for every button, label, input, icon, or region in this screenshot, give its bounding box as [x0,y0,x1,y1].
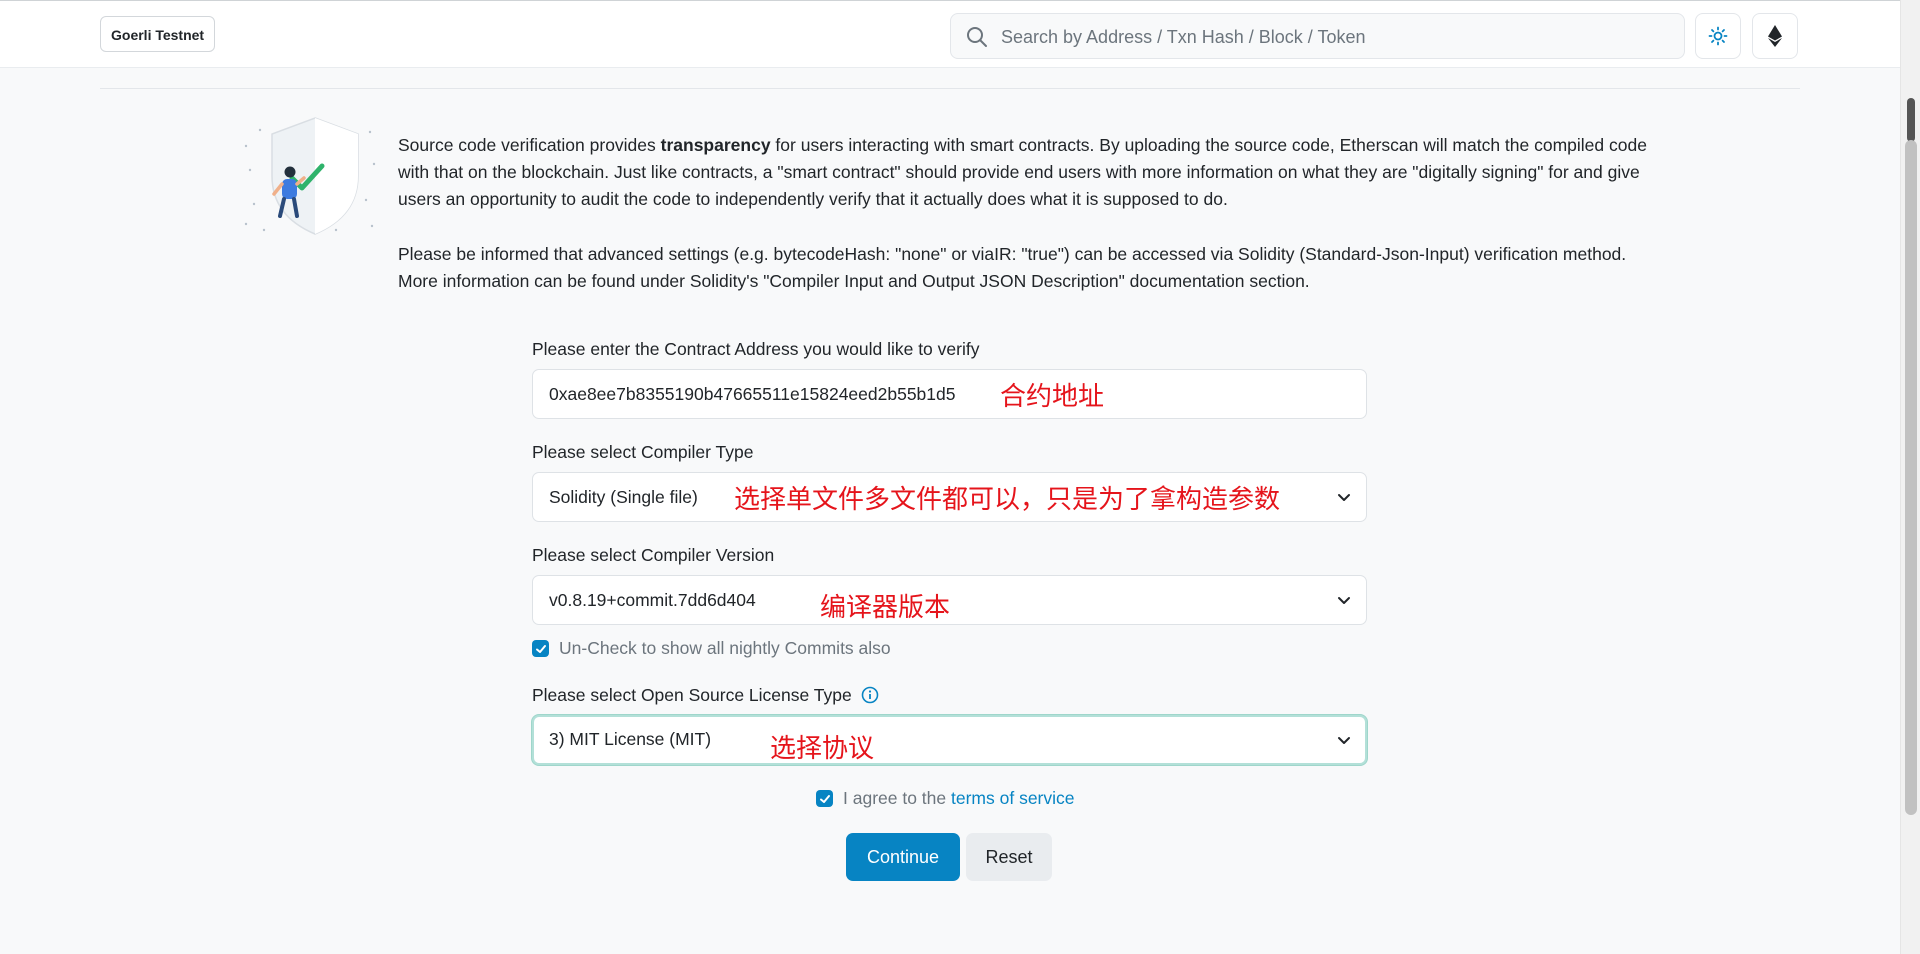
intro-paragraph-2: Please be informed that advanced setting… [398,244,1627,291]
contract-address-label: Please enter the Contract Address you wo… [532,339,980,359]
compiler-version-label: Please select Compiler Version [532,545,775,565]
continue-button[interactable]: Continue [846,833,960,881]
ethereum-icon [1768,25,1782,47]
contract-address-input[interactable]: 0xae8ee7b8355190b47665511e15824eed2b55b1… [532,369,1367,419]
terms-agree-text: I agree to the [843,788,951,808]
intro-p1-bold: transparency [660,135,771,155]
compiler-type-value: Solidity (Single file) [549,487,698,507]
scrollbar-marker [1907,98,1915,142]
nightly-commits-label[interactable]: Un-Check to show all nightly Commits als… [559,638,891,659]
license-type-value: 3) MIT License (MIT) [549,729,712,749]
license-annotation: 选择协议 [770,734,875,764]
network-badge[interactable]: Goerli Testnet [100,16,216,52]
terms-agree-checkbox[interactable] [816,790,833,807]
intro-paragraph-1: Source code verification provides transp… [398,132,1668,213]
search-bar[interactable] [950,13,1685,60]
info-icon[interactable] [861,686,879,704]
compiler-type-label: Please select Compiler Type [532,442,754,462]
top-navbar: Goerli Testnet [0,0,1900,68]
chevron-down-icon [1338,597,1350,604]
checkmark-icon [819,794,830,803]
contract-address-value: 0xae8ee7b8355190b47665511e15824eed2b55b1… [549,384,956,404]
license-type-select[interactable]: 3) MIT License (MIT) [532,715,1367,765]
compiler-version-value: v0.8.19+commit.7dd6d404 [549,590,756,610]
nightly-commits-checkbox[interactable] [532,640,549,657]
search-icon [967,27,987,47]
page-scrollbar[interactable] [1900,0,1920,954]
header-divider [100,88,1800,89]
reset-button[interactable]: Reset [966,833,1052,881]
network-selector-button[interactable] [1752,13,1798,59]
verification-illustration [244,117,376,235]
checkmark-icon [535,644,546,653]
terms-agree-label: I agree to the terms of service [843,788,1075,809]
compiler-version-annotation: 编译器版本 [820,593,951,623]
intro-p1-text: Source code verification provides [398,135,661,155]
sun-icon [1708,26,1728,46]
scrollbar-thumb[interactable] [1905,140,1917,815]
theme-toggle-button[interactable] [1695,13,1741,59]
chevron-down-icon [1338,494,1350,501]
compiler-type-annotation: 选择单文件多文件都可以，只是为了拿构造参数 [734,485,1281,515]
terms-of-service-link[interactable]: terms of service [951,788,1075,808]
search-input[interactable] [999,14,1663,60]
chevron-down-icon [1338,737,1350,744]
license-type-label: Please select Open Source License Type [532,685,852,705]
address-annotation: 合约地址 [1000,382,1105,412]
intro-text: Source code verification provides transp… [398,132,1668,323]
